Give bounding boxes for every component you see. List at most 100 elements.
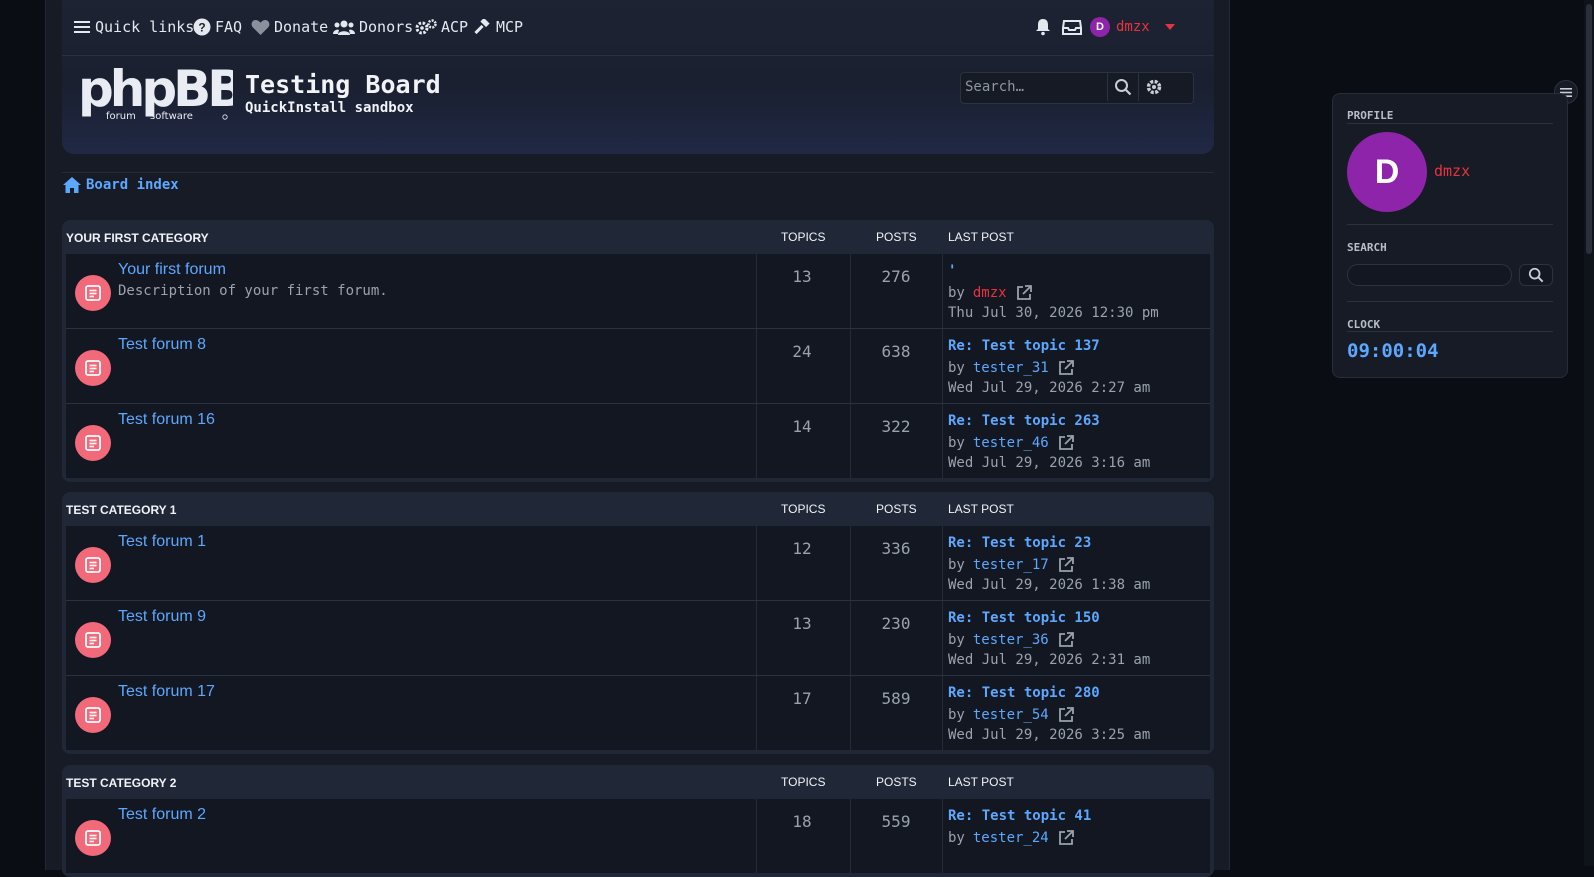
search-button[interactable] [1107, 73, 1138, 101]
sidebar: PROFILE D dmzx SEARCH CLOCK 09:00:04 [1332, 93, 1568, 378]
svg-text:forum: forum [106, 111, 136, 122]
forum-title-link[interactable]: Test forum 8 [118, 336, 206, 354]
forum-title-link[interactable]: Test forum 2 [118, 806, 206, 824]
forum-read-icon [85, 285, 101, 301]
last-post-user-link[interactable]: tester_54 [973, 707, 1049, 723]
external-link-icon[interactable] [1057, 434, 1075, 452]
last-post-user-link[interactable]: tester_24 [973, 830, 1049, 846]
external-link-icon[interactable] [1057, 556, 1075, 574]
by-label: by [948, 830, 965, 846]
external-link-icon[interactable] [1057, 631, 1075, 649]
forum-row: Test forum 17 17 589 Re: Test topic 280 by te… [66, 676, 1210, 750]
by-label: by [948, 632, 965, 648]
column-divider [756, 329, 757, 403]
site-title: Testing Board [245, 70, 441, 99]
last-post-user-link[interactable]: tester_17 [973, 557, 1049, 573]
topics-count: 13 [792, 614, 812, 633]
quick-links-label: Quick links [95, 18, 195, 36]
forum-title-link[interactable]: Test forum 17 [118, 683, 215, 701]
external-link-icon[interactable] [1015, 284, 1033, 302]
forum-category: TEST CATEGORY 1 TOPICS POSTS LAST POST Test … [62, 492, 1214, 754]
category-title[interactable]: TEST CATEGORY 2 [66, 776, 176, 790]
forum-read-icon [85, 557, 101, 573]
clock-time: 09:00:04 [1347, 340, 1439, 362]
forum-category: TEST CATEGORY 2 TOPICS POSTS LAST POST Test … [62, 765, 1214, 877]
advanced-search-button[interactable] [1138, 73, 1169, 101]
column-divider [756, 526, 757, 600]
profile-username[interactable]: dmzx [1434, 162, 1470, 180]
scrollbar-thumb[interactable] [1586, 4, 1592, 254]
home-icon [63, 177, 81, 193]
donate-link[interactable]: Donate [251, 16, 328, 38]
breadcrumb[interactable]: Board index [62, 176, 179, 194]
last-post-user-link[interactable]: tester_31 [973, 360, 1049, 376]
search-input[interactable] [961, 73, 1107, 101]
profile-avatar[interactable]: D [1347, 132, 1427, 212]
forum-title-link[interactable]: Test forum 16 [118, 411, 215, 429]
external-link-icon[interactable] [1057, 359, 1075, 377]
phpbb-logo[interactable]: phpBB forum software [78, 60, 246, 124]
external-link-icon[interactable] [1057, 829, 1075, 847]
by-label: by [948, 285, 965, 301]
faq-link[interactable]: ? FAQ [193, 16, 242, 38]
forum-status-icon [75, 622, 111, 658]
last-post-author: by tester_17 [948, 556, 1075, 574]
board-index-link[interactable]: Board index [86, 177, 179, 193]
breadcrumb-divider [62, 172, 1214, 173]
posts-column-header: POSTS [876, 230, 917, 244]
last-post-user-link[interactable]: dmzx [973, 285, 1007, 301]
caret-down-icon [1164, 24, 1175, 30]
last-post-title-link[interactable]: Re: Test topic 137 [948, 338, 1100, 354]
forum-title-link[interactable]: Test forum 1 [118, 533, 206, 551]
notifications-button[interactable] [1034, 16, 1056, 38]
column-divider [850, 799, 851, 873]
last-post-title-link[interactable]: Re: Test topic 280 [948, 685, 1100, 701]
bell-icon [1036, 19, 1050, 36]
last-post-user-link[interactable]: tester_36 [973, 632, 1049, 648]
category-title[interactable]: YOUR FIRST CATEGORY [66, 231, 209, 245]
column-divider [850, 676, 851, 750]
forum-description: Description of your first forum. [118, 283, 388, 299]
last-post-title-link[interactable]: ' [948, 263, 956, 279]
sidebar-search-input[interactable] [1347, 264, 1512, 286]
forum-title-link[interactable]: Test forum 9 [118, 608, 206, 626]
private-messages-button[interactable] [1062, 16, 1086, 38]
column-divider [756, 799, 757, 873]
forum-read-icon [85, 360, 101, 376]
topics-count: 17 [792, 689, 812, 708]
page-scrollbar[interactable] [1584, 0, 1594, 866]
last-post-title-link[interactable]: Re: Test topic 263 [948, 413, 1100, 429]
donate-label: Donate [274, 18, 329, 36]
last-post-column-header: LAST POST [948, 230, 1014, 244]
last-post-title-link[interactable]: Re: Test topic 41 [948, 808, 1091, 824]
last-post-title-link[interactable]: Re: Test topic 150 [948, 610, 1100, 626]
faq-label: FAQ [215, 18, 243, 36]
topics-column-header: TOPICS [781, 502, 826, 516]
donors-link[interactable]: Donors [333, 16, 413, 38]
inbox-icon [1062, 19, 1082, 35]
forum-read-icon [85, 707, 101, 723]
user-avatar: D [1090, 17, 1110, 37]
mcp-link[interactable]: MCP [473, 16, 523, 38]
quick-links-menu[interactable]: Quick links [73, 16, 194, 38]
user-name: dmzx [1116, 19, 1150, 35]
last-post-title-link[interactable]: Re: Test topic 23 [948, 535, 1091, 551]
category-title[interactable]: TEST CATEGORY 1 [66, 503, 176, 517]
last-post-author: by tester_46 [948, 434, 1075, 452]
posts-count: 559 [881, 812, 911, 831]
forum-status-icon [75, 350, 111, 386]
posts-column-header: POSTS [876, 775, 917, 789]
forum-title-link[interactable]: Your first forum [118, 261, 226, 279]
search-icon [1528, 267, 1544, 283]
forum-status-icon [75, 820, 111, 856]
topics-count: 12 [792, 539, 812, 558]
column-divider [942, 601, 943, 675]
acp-link[interactable]: ACP [415, 16, 468, 38]
last-post-user-link[interactable]: tester_46 [973, 435, 1049, 451]
topics-column-header: TOPICS [781, 230, 826, 244]
external-link-icon[interactable] [1057, 706, 1075, 724]
top-navbar: Quick links ? FAQ Donate Donors ACP MCP [62, 0, 1214, 56]
user-menu[interactable]: D dmzx [1090, 16, 1180, 38]
sidebar-search-button[interactable] [1519, 264, 1553, 286]
sidebar-divider [1347, 224, 1553, 225]
